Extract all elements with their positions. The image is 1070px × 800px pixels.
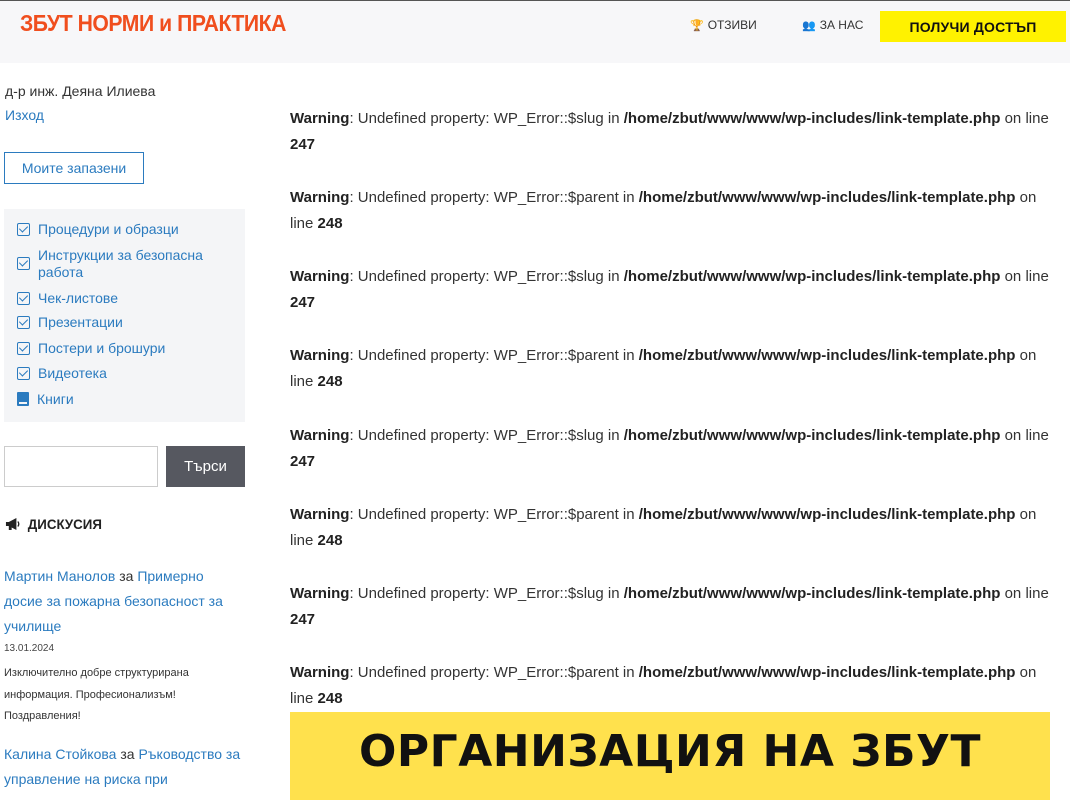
menu-item-presentations[interactable]: Презентации [17, 314, 123, 331]
comment-author[interactable]: Калина Стойкова [4, 746, 116, 762]
comment-author[interactable]: Мартин Манолов [4, 568, 115, 584]
checkbox-icon [17, 257, 30, 270]
nav-item-reviews[interactable]: 🏆 ОТЗИВИ [690, 18, 757, 32]
checkbox-icon [17, 342, 30, 355]
logout-link[interactable]: Изход [5, 107, 44, 123]
nav-item-label: ОТЗИВИ [707, 18, 757, 32]
php-warning: Warning: Undefined property: WP_Error::$… [290, 189, 1037, 232]
menu-item-label: Постери и брошури [38, 340, 166, 356]
php-warning: Warning: Undefined property: WP_Error::$… [290, 110, 1049, 153]
comment-item: Калина Стойкова за Ръководство за управл… [4, 742, 244, 792]
my-saved-button[interactable]: Моите запазени [4, 152, 144, 184]
checkbox-icon [17, 316, 30, 329]
php-warning: Warning: Undefined property: WP_Error::$… [290, 347, 1037, 390]
banner-title: ОРГАНИЗАЦИЯ НА ЗБУТ [359, 726, 981, 777]
php-warning: Warning: Undefined property: WP_Error::$… [290, 664, 1037, 707]
menu-item-procedures[interactable]: Процедури и образци [17, 221, 179, 238]
php-warning: Warning: Undefined property: WP_Error::$… [290, 427, 1049, 470]
comment-connector: за [119, 568, 134, 584]
menu-item-label: Книги [37, 391, 74, 407]
hero-banner: ОРГАНИЗАЦИЯ НА ЗБУТ [290, 712, 1050, 800]
megaphone-icon [5, 517, 20, 531]
comment-text: Изключително добре структурирана информа… [4, 667, 189, 722]
people-icon: 👥 [802, 19, 816, 32]
book-icon [17, 392, 29, 406]
checkbox-icon [17, 367, 30, 380]
nav-item-label: ЗА НАС [819, 18, 864, 32]
comment-date: 13.01.2024 [4, 643, 55, 654]
checkbox-icon [17, 223, 30, 236]
get-access-button[interactable]: ПОЛУЧИ ДОСТЪП [880, 11, 1066, 42]
php-warning: Warning: Undefined property: WP_Error::$… [290, 268, 1049, 311]
menu-item-label: Чек-листове [38, 290, 119, 306]
php-warning: Warning: Undefined property: WP_Error::$… [290, 585, 1049, 628]
search-input[interactable] [4, 446, 158, 487]
menu-item-posters[interactable]: Постери и брошури [17, 340, 165, 357]
menu-item-label: Инструкции за безопасна работа [38, 247, 203, 280]
menu-item-label: Процедури и образци [38, 221, 179, 237]
user-name: д-р инж. Деяна Илиева [5, 83, 156, 99]
checkbox-icon [17, 292, 30, 305]
trophy-icon: 🏆 [690, 19, 704, 32]
site-logo[interactable]: ЗБУТ НОРМИ и ПРАКТИКА [20, 10, 286, 37]
menu-item-books[interactable]: Книги [17, 391, 74, 408]
comment-connector: за [120, 746, 135, 762]
discussion-heading: ДИСКУСИЯ [5, 516, 102, 532]
category-menu: Процедури и образци Инструкции за безопа… [4, 209, 245, 422]
discussion-title: ДИСКУСИЯ [27, 516, 102, 532]
comment-item: Мартин Манолов за Примерно досие за пожа… [4, 564, 244, 639]
nav-item-about[interactable]: 👥 ЗА НАС [802, 18, 863, 32]
menu-item-instructions[interactable]: Инструкции за безопасна работа [17, 247, 217, 281]
menu-item-label: Презентации [38, 314, 123, 330]
menu-item-label: Видеотека [38, 365, 107, 381]
menu-item-videos[interactable]: Видеотека [17, 365, 107, 382]
menu-item-checklists[interactable]: Чек-листове [17, 290, 118, 307]
search-button[interactable]: Търси [166, 446, 245, 487]
site-header: ЗБУТ НОРМИ и ПРАКТИКА 🏆 ОТЗИВИ 👥 ЗА НАС … [0, 0, 1070, 63]
php-warning: Warning: Undefined property: WP_Error::$… [290, 506, 1037, 549]
